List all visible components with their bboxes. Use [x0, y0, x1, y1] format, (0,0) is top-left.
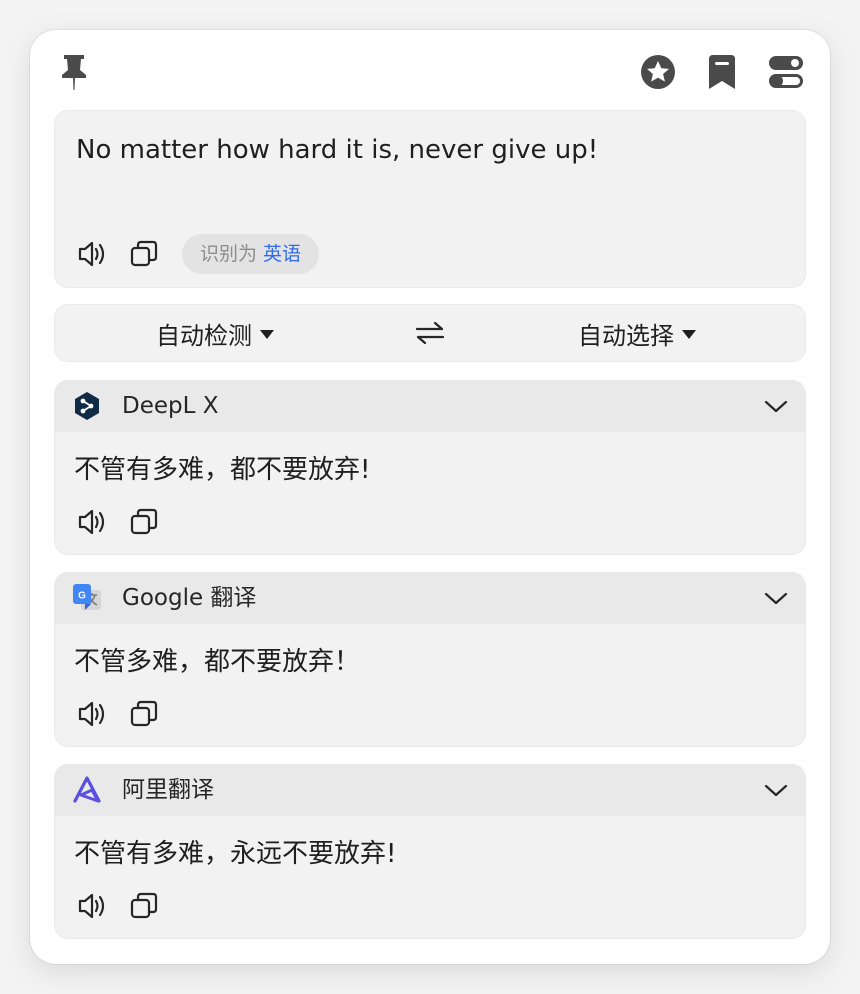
copy-icon	[130, 508, 158, 535]
copy-icon	[130, 700, 158, 727]
service-name: 阿里翻译	[122, 777, 214, 803]
result-copy-button[interactable]	[126, 888, 162, 924]
service-name: DeepL X	[122, 393, 219, 419]
target-language-label: 自动选择	[578, 321, 674, 350]
caret-down-icon	[682, 329, 696, 339]
detected-language: 英语	[263, 243, 302, 265]
svg-text:G: G	[78, 591, 86, 602]
result-copy-button[interactable]	[126, 696, 162, 732]
language-selector-bar: 自动检测 自动选择	[54, 304, 806, 362]
speaker-icon	[78, 509, 105, 535]
source-language-dropdown[interactable]: 自动检测	[156, 304, 274, 362]
detect-prefix: 识别为	[200, 243, 258, 265]
source-text-input[interactable]: No matter how hard it is, never give up!	[76, 132, 598, 168]
service-header[interactable]: 阿里翻译	[54, 764, 806, 816]
service-header[interactable]: DeepL X	[54, 380, 806, 432]
result-speak-button[interactable]	[74, 696, 110, 732]
pin-icon	[62, 55, 86, 90]
star-icon	[641, 55, 675, 89]
copy-icon	[130, 240, 158, 267]
favorite-button[interactable]	[636, 50, 680, 94]
translator-window: No matter how hard it is, never give up!…	[30, 30, 830, 964]
chevron-down-icon[interactable]	[760, 582, 792, 614]
swap-arrows-icon	[415, 321, 445, 345]
copy-icon	[130, 892, 158, 919]
deepl-logo-icon	[75, 392, 99, 420]
caret-down-icon	[260, 329, 274, 339]
detected-language-badge[interactable]: 识别为 英语	[182, 234, 320, 274]
source-language-label: 自动检测	[156, 321, 252, 350]
settings-button[interactable]	[764, 50, 808, 94]
alibaba-translate-logo-icon	[73, 776, 101, 803]
speaker-icon	[78, 893, 105, 919]
speaker-icon	[78, 701, 105, 727]
service-card-deepl: DeepL X 不管有多难，都不要放弃!	[54, 380, 806, 555]
swap-languages-button[interactable]	[410, 316, 450, 350]
result-copy-button[interactable]	[126, 504, 162, 540]
service-header[interactable]: G Google 翻译	[54, 572, 806, 624]
chevron-down-icon[interactable]	[760, 390, 792, 422]
service-card-google: G Google 翻译 不管多难，都不要放弃！	[54, 572, 806, 747]
google-translate-logo-icon: G	[73, 584, 101, 610]
source-speak-button[interactable]	[74, 236, 110, 272]
chevron-down-icon[interactable]	[760, 774, 792, 806]
translation-result: 不管有多难，都不要放弃!	[74, 455, 371, 485]
toggle-icon	[769, 56, 803, 88]
source-card: No matter how hard it is, never give up!…	[54, 110, 806, 288]
result-speak-button[interactable]	[74, 504, 110, 540]
pin-button[interactable]	[54, 52, 94, 92]
bookmark-button[interactable]	[700, 50, 744, 94]
speaker-icon	[78, 241, 105, 267]
source-copy-button[interactable]	[126, 236, 162, 272]
translation-result: 不管有多难，永远不要放弃!	[74, 839, 397, 869]
service-card-alibaba: 阿里翻译 不管有多难，永远不要放弃!	[54, 764, 806, 939]
target-language-dropdown[interactable]: 自动选择	[578, 304, 696, 362]
result-speak-button[interactable]	[74, 888, 110, 924]
translation-result: 不管多难，都不要放弃！	[74, 647, 361, 677]
bookmark-icon	[709, 55, 735, 89]
service-name: Google 翻译	[122, 585, 257, 611]
